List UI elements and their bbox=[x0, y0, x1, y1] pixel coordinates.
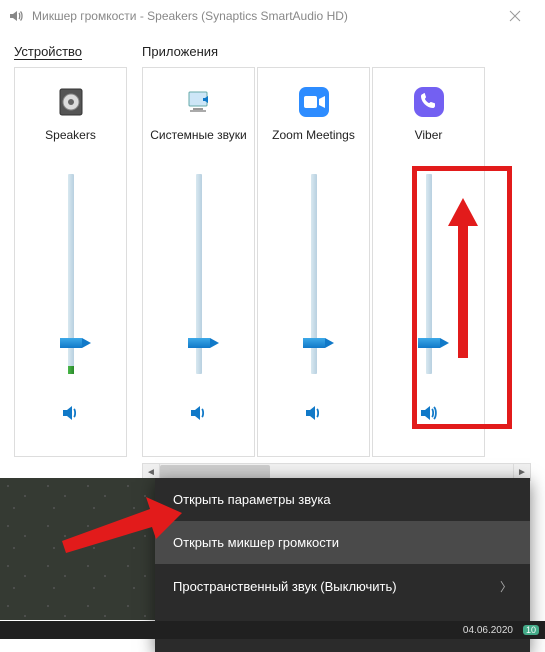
app-tile-system-sounds: Системные звуки bbox=[142, 67, 255, 457]
close-button[interactable] bbox=[492, 1, 537, 31]
app-mute-button[interactable] bbox=[303, 402, 325, 424]
app-volume-slider[interactable] bbox=[187, 174, 211, 374]
apps-section-label: Приложения bbox=[142, 44, 531, 59]
app-mute-button[interactable] bbox=[418, 402, 440, 424]
window-title: Микшер громкости - Speakers (Synaptics S… bbox=[32, 9, 492, 23]
app-volume-slider[interactable] bbox=[417, 174, 441, 374]
device-name: Speakers bbox=[41, 128, 100, 160]
viber-icon[interactable] bbox=[411, 80, 447, 124]
menu-item-label: Открыть микшер громкости bbox=[173, 535, 339, 550]
app-name: Системные звуки bbox=[146, 128, 250, 160]
system-tray: 04.06.2020 10 bbox=[0, 621, 545, 639]
menu-item-label: Открыть параметры звука bbox=[173, 492, 331, 507]
app-name: Viber bbox=[411, 128, 447, 160]
zoom-icon[interactable] bbox=[296, 80, 332, 124]
app-tile-zoom: Zoom Meetings bbox=[257, 67, 370, 457]
chevron-right-icon: 〉 bbox=[500, 578, 512, 595]
tray-date: 04.06.2020 bbox=[463, 625, 513, 636]
app-tile-viber: Viber bbox=[372, 67, 485, 457]
app-volume-slider[interactable] bbox=[302, 174, 326, 374]
app-mute-button[interactable] bbox=[188, 402, 210, 424]
titlebar: Микшер громкости - Speakers (Synaptics S… bbox=[0, 0, 545, 32]
menu-item-label: Пространственный звук (Выключить) bbox=[173, 579, 397, 594]
menu-item-volume-mixer[interactable]: Открыть микшер громкости bbox=[155, 521, 530, 564]
menu-item-sound-settings[interactable]: Открыть параметры звука bbox=[155, 478, 530, 521]
device-mute-button[interactable] bbox=[60, 402, 82, 424]
app-name: Zoom Meetings bbox=[268, 128, 359, 160]
tray-notification-badge[interactable]: 10 bbox=[523, 625, 539, 635]
speaker-icon bbox=[8, 8, 24, 24]
desktop-background bbox=[0, 478, 155, 620]
device-tile: Speakers bbox=[14, 67, 127, 457]
menu-item-spatial-sound[interactable]: Пространственный звук (Выключить) 〉 bbox=[155, 564, 530, 609]
device-volume-slider[interactable] bbox=[59, 174, 83, 374]
system-sounds-icon[interactable] bbox=[181, 80, 217, 124]
speakers-device-icon[interactable] bbox=[54, 80, 88, 124]
device-section-label: Устройство bbox=[14, 44, 132, 59]
scrollbar-thumb[interactable] bbox=[160, 465, 270, 479]
